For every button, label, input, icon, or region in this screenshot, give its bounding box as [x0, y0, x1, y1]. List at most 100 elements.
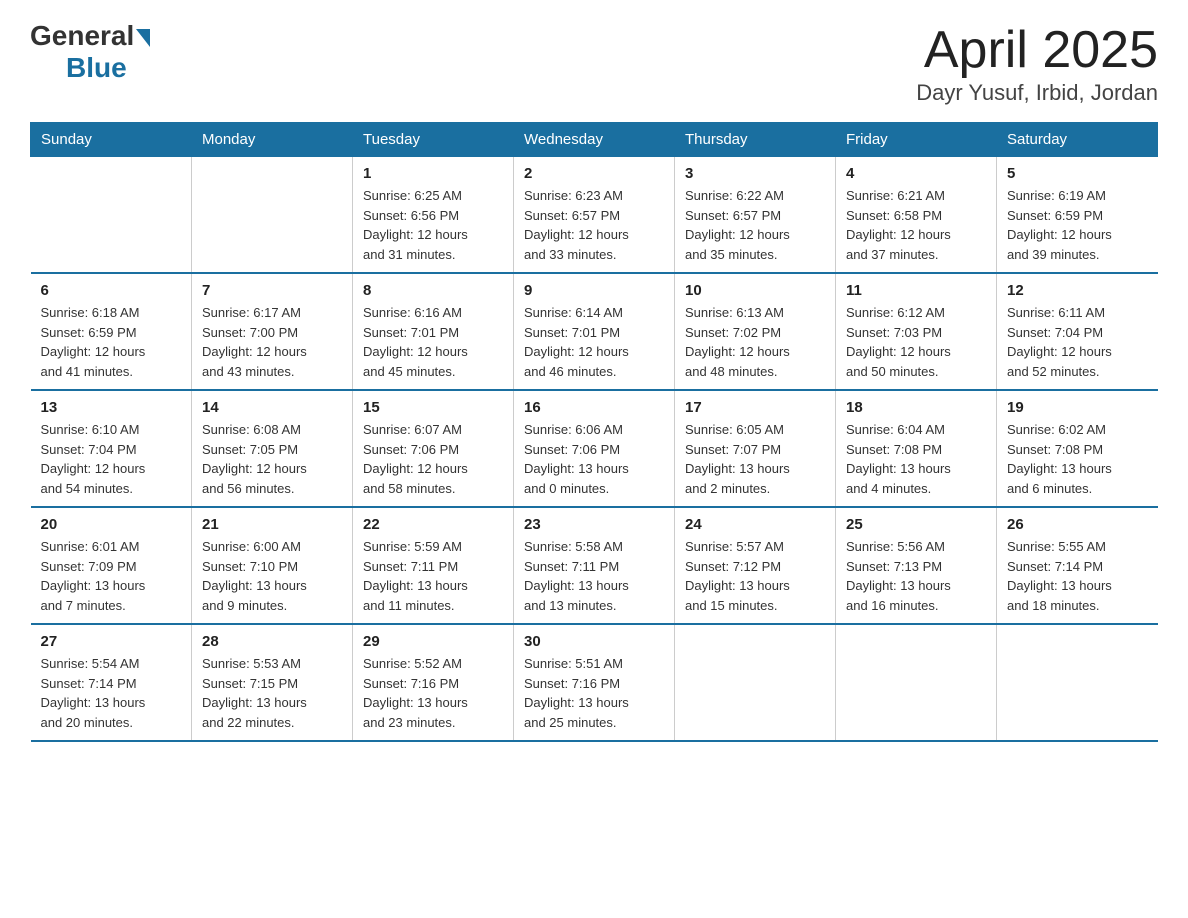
day-number: 9: [524, 282, 664, 299]
header-tuesday: Tuesday: [353, 123, 514, 157]
calendar-cell: 1Sunrise: 6:25 AMSunset: 6:56 PMDaylight…: [353, 157, 514, 274]
day-number: 22: [363, 516, 503, 533]
page-header: General Blue April 2025 Dayr Yusuf, Irbi…: [30, 20, 1158, 106]
day-number: 11: [846, 282, 986, 299]
calendar-cell: 17Sunrise: 6:05 AMSunset: 7:07 PMDayligh…: [675, 390, 836, 507]
title-block: April 2025 Dayr Yusuf, Irbid, Jordan: [916, 20, 1158, 106]
day-number: 4: [846, 165, 986, 182]
day-info: Sunrise: 6:14 AMSunset: 7:01 PMDaylight:…: [524, 303, 664, 381]
day-info: Sunrise: 6:17 AMSunset: 7:00 PMDaylight:…: [202, 303, 342, 381]
day-info: Sunrise: 6:02 AMSunset: 7:08 PMDaylight:…: [1007, 420, 1148, 498]
calendar-cell: [675, 624, 836, 741]
day-number: 2: [524, 165, 664, 182]
calendar-cell: [997, 624, 1158, 741]
week-row-4: 20Sunrise: 6:01 AMSunset: 7:09 PMDayligh…: [31, 507, 1158, 624]
week-row-2: 6Sunrise: 6:18 AMSunset: 6:59 PMDaylight…: [31, 273, 1158, 390]
header-saturday: Saturday: [997, 123, 1158, 157]
calendar-cell: 11Sunrise: 6:12 AMSunset: 7:03 PMDayligh…: [836, 273, 997, 390]
calendar-subtitle: Dayr Yusuf, Irbid, Jordan: [916, 80, 1158, 106]
day-info: Sunrise: 5:52 AMSunset: 7:16 PMDaylight:…: [363, 654, 503, 732]
day-info: Sunrise: 6:23 AMSunset: 6:57 PMDaylight:…: [524, 186, 664, 264]
day-info: Sunrise: 5:58 AMSunset: 7:11 PMDaylight:…: [524, 537, 664, 615]
day-info: Sunrise: 5:51 AMSunset: 7:16 PMDaylight:…: [524, 654, 664, 732]
week-row-1: 1Sunrise: 6:25 AMSunset: 6:56 PMDaylight…: [31, 157, 1158, 274]
logo-blue: Blue: [66, 52, 127, 84]
calendar-cell: 22 Sunrise: 5:59 AMSunset: 7:11 PMDayligh…: [353, 507, 514, 624]
calendar-cell: 27 Sunrise: 5:54 AMSunset: 7:14 PMDayligh…: [31, 624, 192, 741]
logo-general: General: [30, 20, 134, 52]
day-number: 1: [363, 165, 503, 182]
calendar-cell: 19 Sunrise: 6:02 AMSunset: 7:08 PMDayligh…: [997, 390, 1158, 507]
day-number: 26: [1007, 516, 1148, 533]
day-number: 5: [1007, 165, 1148, 182]
day-number: 15: [363, 399, 503, 416]
calendar-cell: 23 Sunrise: 5:58 AMSunset: 7:11 PMDayligh…: [514, 507, 675, 624]
week-row-5: 27 Sunrise: 5:54 AMSunset: 7:14 PMDayligh…: [31, 624, 1158, 741]
day-number: 12: [1007, 282, 1148, 299]
calendar-table: SundayMondayTuesdayWednesdayThursdayFrid…: [30, 122, 1158, 742]
day-info: Sunrise: 5:55 AMSunset: 7:14 PMDaylight:…: [1007, 537, 1148, 615]
day-number: 27: [41, 633, 182, 650]
day-number: 14: [202, 399, 342, 416]
header-thursday: Thursday: [675, 123, 836, 157]
day-info: Sunrise: 6:22 AMSunset: 6:57 PMDaylight:…: [685, 186, 825, 264]
calendar-cell: 10 Sunrise: 6:13 AMSunset: 7:02 PMDayligh…: [675, 273, 836, 390]
calendar-cell: 25Sunrise: 5:56 AMSunset: 7:13 PMDayligh…: [836, 507, 997, 624]
day-info: Sunrise: 6:16 AMSunset: 7:01 PMDaylight:…: [363, 303, 503, 381]
calendar-title: April 2025: [916, 20, 1158, 80]
calendar-cell: 28Sunrise: 5:53 AMSunset: 7:15 PMDayligh…: [192, 624, 353, 741]
day-info: Sunrise: 5:54 AMSunset: 7:14 PMDaylight:…: [41, 654, 182, 732]
calendar-cell: 16 Sunrise: 6:06 AMSunset: 7:06 PMDayligh…: [514, 390, 675, 507]
day-number: 19: [1007, 399, 1148, 416]
day-info: Sunrise: 6:18 AMSunset: 6:59 PMDaylight:…: [41, 303, 182, 381]
calendar-cell: 5Sunrise: 6:19 AMSunset: 6:59 PMDaylight…: [997, 157, 1158, 274]
calendar-cell: 14 Sunrise: 6:08 AMSunset: 7:05 PMDayligh…: [192, 390, 353, 507]
day-info: Sunrise: 6:06 AMSunset: 7:06 PMDaylight:…: [524, 420, 664, 498]
day-number: 7: [202, 282, 342, 299]
calendar-cell: 30Sunrise: 5:51 AMSunset: 7:16 PMDayligh…: [514, 624, 675, 741]
calendar-cell: [31, 157, 192, 274]
day-info: Sunrise: 5:57 AMSunset: 7:12 PMDaylight:…: [685, 537, 825, 615]
day-info: Sunrise: 6:21 AMSunset: 6:58 PMDaylight:…: [846, 186, 986, 264]
calendar-cell: 18 Sunrise: 6:04 AMSunset: 7:08 PMDayligh…: [836, 390, 997, 507]
logo-arrow-icon: [136, 29, 150, 47]
calendar-cell: 8 Sunrise: 6:16 AMSunset: 7:01 PMDaylight…: [353, 273, 514, 390]
calendar-cell: [836, 624, 997, 741]
day-number: 8: [363, 282, 503, 299]
calendar-cell: 2 Sunrise: 6:23 AMSunset: 6:57 PMDaylight…: [514, 157, 675, 274]
day-number: 23: [524, 516, 664, 533]
day-number: 10: [685, 282, 825, 299]
day-number: 3: [685, 165, 825, 182]
day-number: 28: [202, 633, 342, 650]
day-info: Sunrise: 6:10 AMSunset: 7:04 PMDaylight:…: [41, 420, 182, 498]
calendar-cell: 20Sunrise: 6:01 AMSunset: 7:09 PMDayligh…: [31, 507, 192, 624]
day-info: Sunrise: 6:13 AMSunset: 7:02 PMDaylight:…: [685, 303, 825, 381]
day-number: 20: [41, 516, 182, 533]
calendar-cell: 3 Sunrise: 6:22 AMSunset: 6:57 PMDaylight…: [675, 157, 836, 274]
calendar-cell: [192, 157, 353, 274]
calendar-cell: 4 Sunrise: 6:21 AMSunset: 6:58 PMDaylight…: [836, 157, 997, 274]
day-info: Sunrise: 6:08 AMSunset: 7:05 PMDaylight:…: [202, 420, 342, 498]
logo: General Blue: [30, 20, 150, 84]
day-number: 18: [846, 399, 986, 416]
calendar-cell: 29 Sunrise: 5:52 AMSunset: 7:16 PMDayligh…: [353, 624, 514, 741]
calendar-cell: 13 Sunrise: 6:10 AMSunset: 7:04 PMDayligh…: [31, 390, 192, 507]
header-monday: Monday: [192, 123, 353, 157]
day-info: Sunrise: 5:59 AMSunset: 7:11 PMDaylight:…: [363, 537, 503, 615]
header-friday: Friday: [836, 123, 997, 157]
day-number: 16: [524, 399, 664, 416]
calendar-cell: 12Sunrise: 6:11 AMSunset: 7:04 PMDayligh…: [997, 273, 1158, 390]
day-info: Sunrise: 6:07 AMSunset: 7:06 PMDaylight:…: [363, 420, 503, 498]
day-info: Sunrise: 6:04 AMSunset: 7:08 PMDaylight:…: [846, 420, 986, 498]
header-sunday: Sunday: [31, 123, 192, 157]
day-info: Sunrise: 5:56 AMSunset: 7:13 PMDaylight:…: [846, 537, 986, 615]
calendar-header-row: SundayMondayTuesdayWednesdayThursdayFrid…: [31, 123, 1158, 157]
day-number: 29: [363, 633, 503, 650]
calendar-cell: 21Sunrise: 6:00 AMSunset: 7:10 PMDayligh…: [192, 507, 353, 624]
day-number: 24: [685, 516, 825, 533]
week-row-3: 13 Sunrise: 6:10 AMSunset: 7:04 PMDayligh…: [31, 390, 1158, 507]
day-number: 17: [685, 399, 825, 416]
day-number: 13: [41, 399, 182, 416]
calendar-cell: 26 Sunrise: 5:55 AMSunset: 7:14 PMDayligh…: [997, 507, 1158, 624]
calendar-cell: 24 Sunrise: 5:57 AMSunset: 7:12 PMDayligh…: [675, 507, 836, 624]
